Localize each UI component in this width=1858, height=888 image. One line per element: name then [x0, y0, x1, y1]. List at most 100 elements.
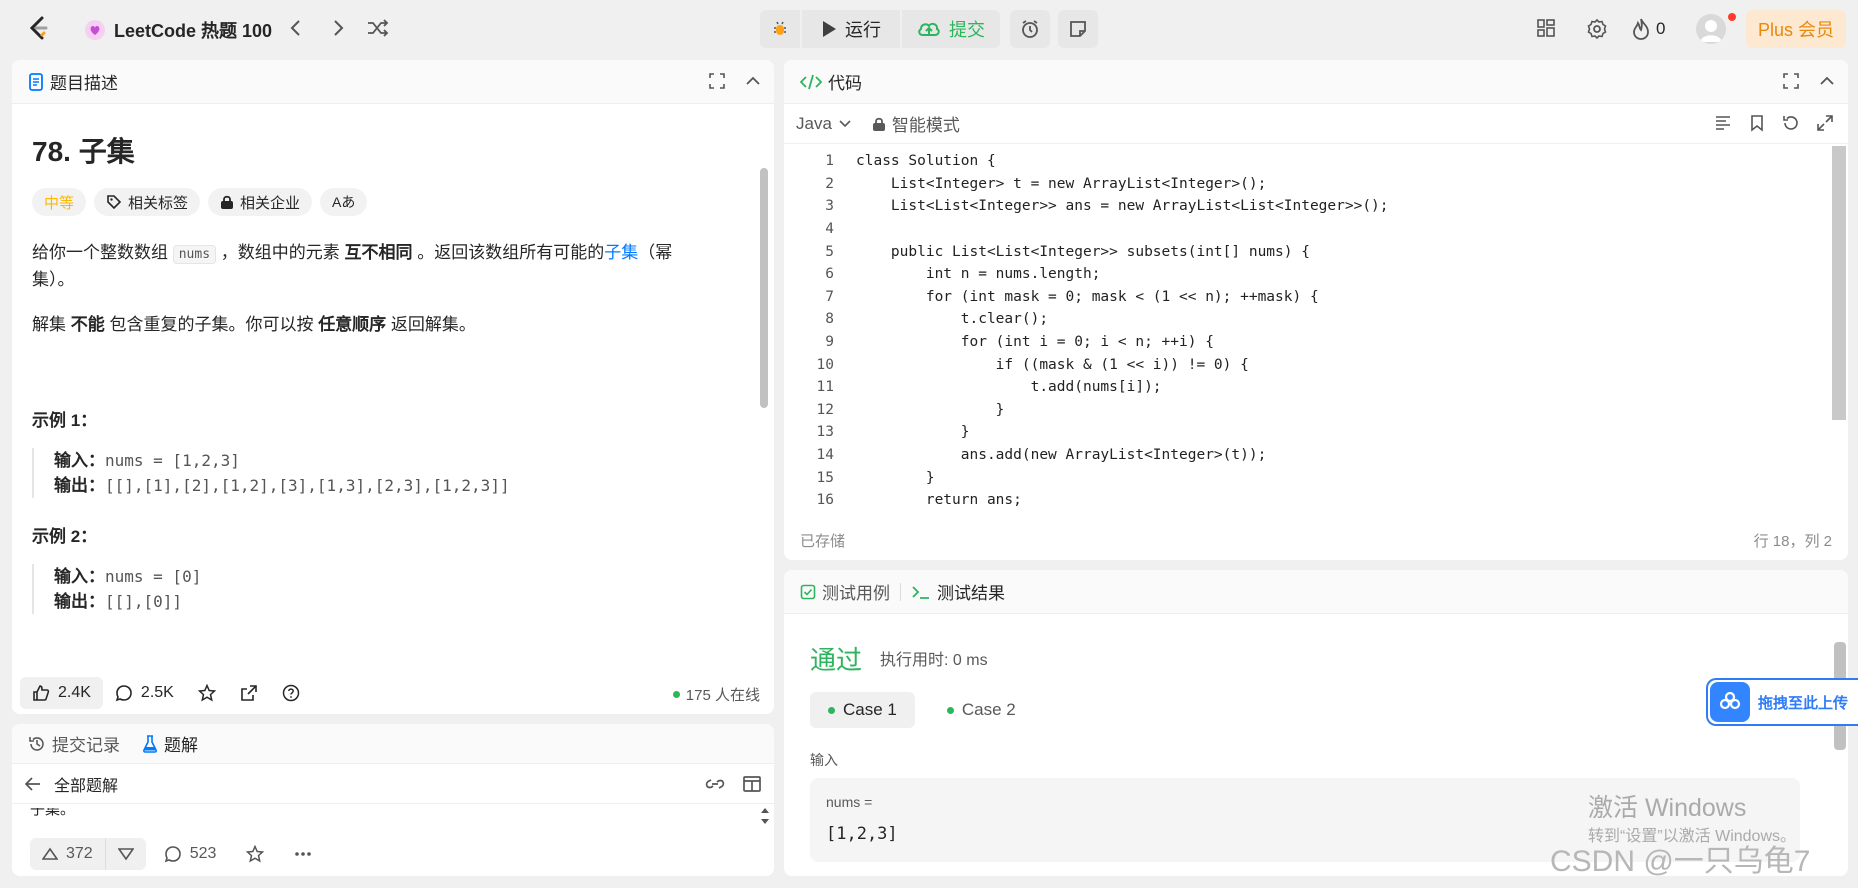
bookmark-icon[interactable] — [1748, 114, 1766, 132]
example-input: nums = [0] — [105, 567, 202, 586]
plus-membership-button[interactable]: Plus 会员 — [1746, 10, 1846, 48]
subset-link[interactable]: 子集 — [604, 243, 638, 262]
settings-button[interactable] — [1586, 18, 1608, 40]
collapse-icon[interactable] — [1818, 72, 1836, 90]
code-text: t.add(nums[i]); — [856, 379, 1162, 396]
language-select[interactable]: Java — [796, 114, 852, 134]
code-line[interactable]: 16 return ans; — [784, 489, 1834, 512]
code-line[interactable]: 10 if ((mask & (1 << i)) != 0) { — [784, 353, 1834, 376]
tab-test-results[interactable]: 测试结果 — [911, 579, 1005, 604]
description-scrollbar[interactable] — [760, 168, 768, 408]
problem-title: 78. 子集 — [32, 136, 135, 167]
like-button[interactable]: 2.4K — [20, 677, 103, 709]
statement-text: ，数组中的元素 — [216, 243, 345, 262]
next-problem-button[interactable] — [328, 18, 348, 38]
submit-label: 提交 — [949, 20, 985, 40]
format-icon[interactable] — [1714, 114, 1732, 132]
upvote-button[interactable]: 372 — [30, 838, 105, 870]
triangle-down-icon — [117, 848, 134, 861]
code-line[interactable]: 11 t.add(nums[i]); — [784, 376, 1834, 399]
code-toolbar: Java 智能模式 — [784, 104, 1848, 144]
case-2-tab[interactable]: Case 2 — [929, 692, 1034, 728]
topic-tags-button[interactable]: 相关标签 — [94, 188, 201, 216]
code-line[interactable]: 3 List<List<Integer>> ans = new ArrayLis… — [784, 195, 1834, 218]
link-icon[interactable] — [704, 774, 726, 794]
online-dot — [672, 691, 680, 698]
notes-button[interactable] — [1058, 10, 1098, 48]
comments-button[interactable]: 2.5K — [103, 677, 186, 709]
tab-solutions[interactable]: 题解 — [142, 731, 198, 756]
layout-button[interactable] — [1536, 18, 1556, 38]
case-1-tab[interactable]: Case 1 — [810, 692, 915, 728]
favorite-button[interactable] — [186, 677, 228, 709]
random-problem-button[interactable] — [366, 18, 390, 38]
daily-streak[interactable]: 0 — [1632, 18, 1665, 40]
translate-button[interactable]: Aあ — [320, 188, 368, 216]
code-line[interactable]: 7 for (int mask = 0; mask < (1 << n); ++… — [784, 286, 1834, 309]
lock-icon — [872, 117, 885, 131]
code-line[interactable]: 15 } — [784, 466, 1834, 489]
code-text: int n = nums.length; — [856, 266, 1101, 283]
expand-icon[interactable] — [1816, 114, 1834, 132]
code-editor[interactable]: 1 class Solution {2 List<Integer> t = new… — [784, 150, 1834, 513]
tab-code[interactable]: 代码 — [800, 69, 862, 94]
help-button[interactable] — [270, 677, 312, 709]
user-avatar[interactable] — [1696, 14, 1726, 44]
maximize-icon[interactable] — [708, 72, 726, 90]
statement-text: 。返回该数组所有可能的 — [412, 243, 605, 262]
solution-comments-button[interactable]: 523 — [152, 838, 229, 870]
tab-test-cases[interactable]: 测试用例 — [800, 579, 890, 604]
upload-drop-widget[interactable]: 拖拽至此上传 — [1706, 678, 1858, 726]
tab-submissions[interactable]: 提交记录 — [28, 731, 120, 756]
code-line[interactable]: 4 — [784, 218, 1834, 241]
code-line[interactable]: 13 } — [784, 421, 1834, 444]
code-line[interactable]: 8 t.clear(); — [784, 308, 1834, 331]
vote-group: 372 — [30, 838, 146, 870]
smart-mode-toggle[interactable]: 智能模式 — [872, 111, 960, 136]
code-line[interactable]: 5 public List<List<Integer>> subsets(int… — [784, 240, 1834, 263]
leetcode-logo-icon[interactable] — [26, 15, 52, 41]
solution-favorite-button[interactable] — [234, 838, 276, 870]
timer-button[interactable] — [1010, 10, 1050, 48]
code-line[interactable]: 2 List<Integer> t = new ArrayList<Intege… — [784, 173, 1834, 196]
code-line[interactable]: 12 } — [784, 399, 1834, 422]
editor-actions — [1714, 114, 1834, 132]
problem-list-selector[interactable]: LeetCode 热题 100 — [84, 17, 272, 43]
code-line[interactable]: 1 class Solution { — [784, 150, 1834, 173]
solution-scroll-arrows[interactable] — [760, 806, 770, 826]
submit-button[interactable]: 提交 — [902, 10, 1000, 48]
arrow-left-icon[interactable] — [24, 775, 42, 793]
test-results-tab-label: 测试结果 — [937, 584, 1005, 603]
like-count: 2.4K — [58, 684, 91, 701]
split-view-icon[interactable] — [742, 774, 762, 794]
code-line[interactable]: 9 for (int i = 0; i < n; ++i) { — [784, 331, 1834, 354]
all-solutions-label[interactable]: 全部题解 — [54, 772, 118, 796]
previous-problem-button[interactable] — [286, 18, 306, 38]
problem-list-icon — [84, 19, 106, 41]
windows-activation-title: 激活 Windows — [1588, 794, 1747, 822]
tab-description[interactable]: 题目描述 — [28, 69, 118, 94]
chevron-right-icon — [334, 20, 344, 36]
code-line[interactable]: 14 ans.add(new ArrayList<Integer>(t)); — [784, 444, 1834, 467]
share-button[interactable] — [228, 677, 270, 709]
collapse-icon[interactable] — [744, 72, 762, 90]
more-options-button[interactable] — [282, 838, 324, 870]
line-number: 11 — [816, 379, 834, 396]
statement-text: 解集 — [32, 315, 71, 334]
problem-constraint-text: 解集 不能 包含重复的子集。你可以按 任意顺序 返回解集。 — [32, 312, 712, 337]
reset-icon[interactable] — [1782, 114, 1800, 132]
statement-text: 返回解集。 — [386, 315, 476, 334]
test-panel-header: 测试用例 测试结果 — [784, 570, 1848, 614]
code-line[interactable]: 6 int n = nums.length; — [784, 263, 1834, 286]
line-number: 12 — [816, 401, 834, 418]
run-button[interactable]: 运行 — [802, 10, 900, 48]
debug-button[interactable] — [760, 10, 800, 48]
code-text: ans.add(new ArrayList<Integer>(t)); — [856, 447, 1267, 464]
maximize-icon[interactable] — [1782, 72, 1800, 90]
downvote-button[interactable] — [104, 838, 146, 870]
case-2-label: Case 2 — [961, 700, 1016, 719]
company-tags-button[interactable]: 相关企业 — [208, 188, 313, 216]
code-scrollbar[interactable] — [1832, 146, 1846, 420]
code-text: for (int mask = 0; mask < (1 << n); ++ma… — [856, 288, 1319, 305]
description-tab-label: 题目描述 — [50, 74, 118, 93]
